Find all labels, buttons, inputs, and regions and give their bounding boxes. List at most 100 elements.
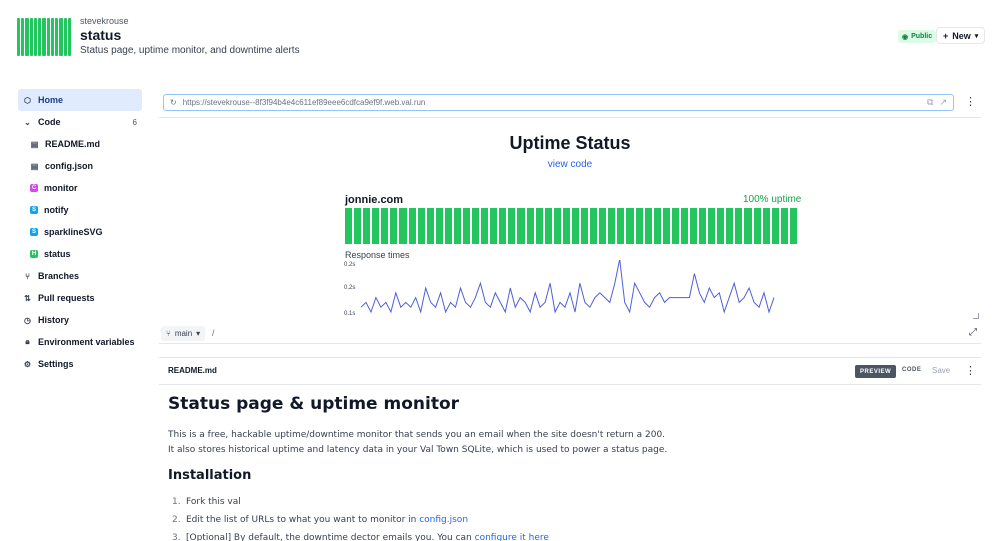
save-button[interactable]: Save xyxy=(932,366,950,375)
configure-link[interactable]: configure it here xyxy=(475,533,549,541)
sidebar-item-sparklinesvg[interactable]: S sparklineSVG xyxy=(18,221,142,243)
logo-stripe xyxy=(17,18,21,56)
uptime-bar xyxy=(599,208,607,244)
sidebar-item-monitor[interactable]: C monitor xyxy=(18,177,142,199)
expand-icon[interactable]: ⤢ xyxy=(969,327,977,338)
sidebar-item-label: README.md xyxy=(45,139,101,149)
site-name: jonnie.com xyxy=(345,194,404,206)
sidebar-item-label: Environment variables xyxy=(38,337,135,347)
uptime-bar xyxy=(372,208,380,244)
sidebar-item-status[interactable]: H status xyxy=(18,243,142,265)
pull-request-icon: ⇅ xyxy=(24,293,31,303)
uptime-bar xyxy=(753,208,761,244)
branch-bar: ⑂ main ▾ / ⤢ xyxy=(159,323,981,344)
uptime-bar xyxy=(635,208,643,244)
uptime-bar xyxy=(671,208,679,244)
url-text[interactable]: https://stevekrouse--8f3f94b4e4c611ef89e… xyxy=(183,98,426,107)
y-tick-label: 0.1s xyxy=(344,311,355,317)
copy-icon[interactable]: ⧉ xyxy=(927,97,933,108)
uptime-bar xyxy=(571,208,580,244)
preview-pane: ↻ https://stevekrouse--8f3f94b4e4c611ef8… xyxy=(159,89,981,344)
sidebar-item-home[interactable]: ⬡ Home xyxy=(18,89,142,111)
sidebar-item-label: config.json xyxy=(45,161,93,171)
sidebar-item-readme[interactable]: ▤ README.md xyxy=(18,133,142,155)
uptime-bar xyxy=(544,208,552,244)
step-number: 2. xyxy=(172,515,181,525)
script-type-icon: S xyxy=(30,228,38,236)
uptime-bars xyxy=(345,208,797,244)
uptime-bar xyxy=(689,208,698,244)
tab-preview[interactable]: PREVIEW xyxy=(855,365,897,378)
uptime-bar xyxy=(726,208,734,244)
plus-icon: + xyxy=(943,30,949,41)
new-button-label: New xyxy=(952,30,971,41)
sidebar-item-branches[interactable]: ⑂ Branches xyxy=(18,265,142,287)
uptime-percent: 100% uptime xyxy=(743,194,802,205)
uptime-bar xyxy=(453,208,462,244)
uptime-bar xyxy=(426,208,434,244)
step-text: Fork this val xyxy=(186,497,241,507)
sidebar-item-label: Pull requests xyxy=(38,293,95,303)
val-header: stevekrouse status Status page, uptime m… xyxy=(0,0,1000,70)
sidebar-item-pull-requests[interactable]: ⇅ Pull requests xyxy=(18,287,142,309)
uptime-bar xyxy=(581,208,589,244)
sidebar-item-label: sparklineSVG xyxy=(44,227,103,237)
uptime-bar xyxy=(517,208,525,244)
uptime-bar xyxy=(444,208,452,244)
uptime-bar xyxy=(699,208,707,244)
list-item: 3. [Optional] By default, the downtime d… xyxy=(168,533,968,541)
sidebar-item-label: monitor xyxy=(44,183,78,193)
new-button[interactable]: + New ▾ xyxy=(936,27,986,44)
view-code-link[interactable]: view code xyxy=(159,159,981,170)
uptime-bar xyxy=(708,208,716,244)
refresh-icon[interactable]: ↻ xyxy=(170,98,177,107)
uptime-bar xyxy=(662,208,670,244)
history-icon: ◷ xyxy=(24,315,31,325)
uptime-bar xyxy=(762,208,770,244)
sidebar-item-notify[interactable]: S notify xyxy=(18,199,142,221)
uptime-bar xyxy=(562,208,570,244)
step-text: Edit the list of URLs to what you want t… xyxy=(186,515,420,525)
sidebar-item-code[interactable]: ⌄ Code 6 xyxy=(18,111,142,133)
uptime-bar xyxy=(617,208,625,244)
logo-stripe xyxy=(25,18,29,56)
uptime-bar xyxy=(535,208,543,244)
response-series-line xyxy=(360,260,775,314)
sidebar-item-environment-variables[interactable]: 🔒︎ Environment variables xyxy=(18,331,142,353)
uptime-bar xyxy=(780,208,788,244)
uptime-bar xyxy=(481,208,489,244)
sidebar-item-config[interactable]: ▤ config.json xyxy=(18,155,142,177)
readme-body: Status page & uptime monitor This is a f… xyxy=(168,394,968,541)
response-chart: 0.2s 0.2s 0.1s xyxy=(344,260,775,317)
owner-link[interactable]: stevekrouse xyxy=(80,16,300,27)
config-json-link[interactable]: config.json xyxy=(419,515,468,525)
url-bar[interactable]: ↻ https://stevekrouse--8f3f94b4e4c611ef8… xyxy=(163,94,954,111)
uptime-bar xyxy=(735,208,743,244)
uptime-bar xyxy=(463,208,471,244)
public-badge[interactable]: ◉ Public xyxy=(898,30,937,43)
sidebar-item-label: Code xyxy=(38,117,61,127)
file-count: 6 xyxy=(132,117,137,127)
http-type-icon: H xyxy=(30,250,38,258)
sidebar-item-label: Home xyxy=(38,95,64,105)
home-icon: ⬡ xyxy=(24,95,31,105)
list-item: 1. Fork this val xyxy=(168,497,968,515)
sidebar-item-settings[interactable]: ⚙ Settings xyxy=(18,353,142,375)
uptime-bar xyxy=(490,208,498,244)
branch-selector[interactable]: ⑂ main ▾ xyxy=(161,326,206,341)
list-item: 2. Edit the list of URLs to what you wan… xyxy=(168,515,968,533)
sidebar: ⬡ Home ⌄ Code 6 ▤ README.md ▤ config.jso… xyxy=(18,89,142,375)
tab-code[interactable]: CODE xyxy=(902,367,921,373)
uptime-bar xyxy=(354,208,362,244)
uptime-bar xyxy=(408,208,416,244)
uptime-bar xyxy=(526,208,534,244)
preview-menu-icon[interactable]: ⋮ xyxy=(965,97,976,108)
resize-handle[interactable] xyxy=(973,313,979,319)
uptime-bar xyxy=(653,208,661,244)
external-link-icon[interactable]: ↗ xyxy=(939,97,947,108)
val-title: status xyxy=(80,27,122,43)
readme-menu-icon[interactable]: ⋮ xyxy=(965,366,976,377)
uptime-bar xyxy=(680,208,688,244)
uptime-bar xyxy=(417,208,425,244)
sidebar-item-history[interactable]: ◷ History xyxy=(18,309,142,331)
